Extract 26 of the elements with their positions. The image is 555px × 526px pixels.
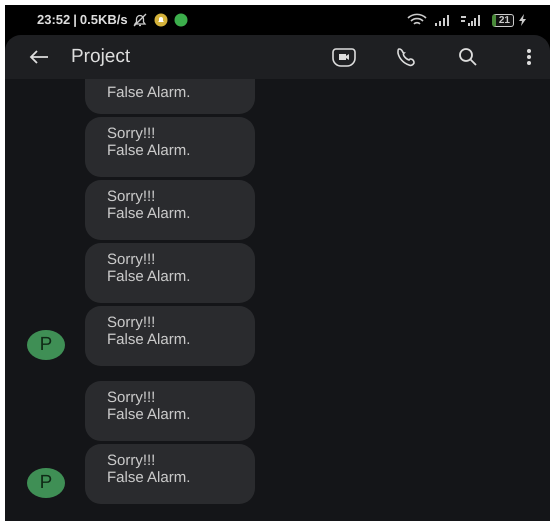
menu-icon[interactable] (526, 48, 532, 66)
muted-bell-icon (132, 13, 148, 27)
notification-icon (154, 13, 168, 27)
message-bubble: Sorry!!! False Alarm. (85, 306, 255, 366)
clock: 23:52 (37, 11, 70, 30)
separator: | (73, 11, 77, 30)
message-bubble: False Alarm. (85, 79, 255, 114)
charging-icon (518, 14, 528, 26)
contact-avatar: P (27, 330, 65, 360)
message-bubble: Sorry!!! False Alarm. (85, 243, 255, 303)
signal-icon (460, 14, 482, 26)
video-call-icon[interactable] (332, 47, 356, 67)
message-bubble: Sorry!!! False Alarm. (85, 117, 255, 177)
back-icon[interactable] (29, 49, 49, 65)
battery-indicator: 21 (492, 14, 514, 26)
signal-icon (434, 14, 450, 26)
app-notification-icon (174, 13, 188, 27)
message-bubble: Sorry!!! False Alarm. (85, 444, 255, 504)
message-bubble: Sorry!!! False Alarm. (85, 381, 255, 441)
message-bubble: Sorry!!! False Alarm. (85, 180, 255, 240)
search-icon[interactable] (458, 47, 478, 67)
conversation-title: Project (71, 44, 130, 69)
network-speed: 0.5KB/s (80, 11, 128, 30)
wifi-icon (406, 13, 428, 27)
contact-avatar: P (27, 468, 65, 498)
phone-icon[interactable] (396, 47, 418, 67)
